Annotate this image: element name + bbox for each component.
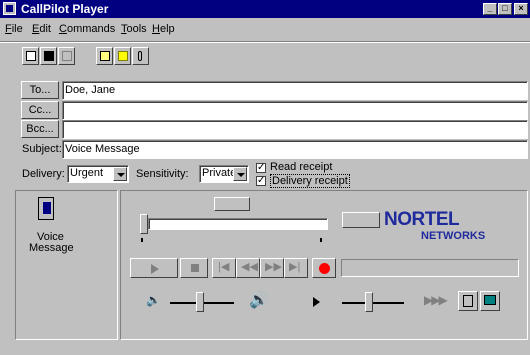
chevron-down-icon[interactable] [113, 167, 127, 181]
computer-playback-button[interactable] [480, 291, 500, 311]
fast-forward-button[interactable]: ▶▶ [260, 258, 284, 278]
play-icon [151, 264, 159, 274]
menu-bar: File Edit Commands Tools Help [0, 18, 530, 40]
volume-slider-thumb[interactable] [196, 292, 204, 312]
chevron-down-icon[interactable] [233, 167, 247, 181]
play-button[interactable] [130, 258, 178, 278]
subject-field[interactable]: Voice Message [62, 140, 528, 159]
attachment-panel [15, 190, 118, 340]
speed-fast-icon: ▶▶▶ [424, 293, 448, 307]
volume-low-icon: 🔈 [146, 293, 161, 307]
bcc-button[interactable]: Bcc... [21, 120, 59, 138]
maximize-button[interactable]: □ [498, 3, 512, 15]
cc-field[interactable] [62, 101, 528, 120]
minimize-button[interactable]: _ [483, 3, 497, 15]
sensitivity-select[interactable]: Private [199, 165, 249, 183]
address-book-icon[interactable] [96, 47, 113, 65]
status-field [341, 259, 519, 277]
slider-tick-end [320, 238, 322, 242]
delivery-value: Urgent [70, 167, 104, 179]
volume-high-icon: 🔊 [249, 292, 269, 309]
bcc-field[interactable] [62, 120, 528, 139]
check-names-icon[interactable] [114, 47, 131, 65]
attach-icon[interactable] [132, 47, 149, 65]
rewind-button[interactable]: ◀◀ [236, 258, 260, 278]
stop-button[interactable] [180, 258, 208, 278]
skip-back-icon: |◀ [218, 261, 230, 273]
position-slider-thumb[interactable] [140, 214, 148, 234]
subject-label: Subject: [22, 143, 62, 155]
open-button[interactable] [22, 47, 39, 65]
counter-display [214, 197, 250, 211]
delivery-select[interactable]: Urgent [67, 165, 129, 183]
nortel-logo-line1: NORTEL [384, 209, 460, 230]
record-button[interactable] [312, 258, 336, 278]
sensitivity-label: Sensitivity: [136, 168, 189, 180]
to-field[interactable]: Doe, Jane [62, 81, 528, 100]
voice-label-line2: Message [29, 242, 74, 254]
sensitivity-value: Private [202, 167, 237, 179]
voice-message-icon[interactable] [38, 197, 54, 220]
go-to-start-button[interactable]: |◀ [212, 258, 236, 278]
rewind-icon: ◀◀ [241, 261, 258, 273]
slider-tick-start [141, 238, 143, 242]
cc-button[interactable]: Cc... [21, 101, 59, 119]
app-icon [3, 2, 16, 15]
to-button[interactable]: To... [21, 81, 59, 99]
speed-slow-icon [313, 297, 320, 307]
record-icon [319, 263, 330, 274]
save-icon[interactable] [40, 47, 57, 65]
menu-tools[interactable]: Tools [121, 23, 147, 35]
read-receipt-label: Read receipt [270, 161, 333, 173]
telephone-playback-button[interactable] [458, 291, 478, 311]
delivery-receipt-label: Delivery receipt [270, 174, 350, 188]
fast-forward-icon: ▶▶ [265, 261, 282, 273]
close-button[interactable]: × [514, 3, 528, 15]
menu-commands[interactable]: Commands [59, 23, 115, 35]
title-bar[interactable]: CallPilot Player _ □ × [0, 0, 530, 18]
menu-file[interactable]: File [5, 23, 23, 35]
nortel-logo-line2: NETWORKS [421, 230, 486, 242]
skip-forward-icon: ▶| [289, 261, 301, 273]
phone-icon [463, 295, 473, 307]
go-to-end-button[interactable]: ▶| [284, 258, 308, 278]
stop-icon [191, 264, 199, 272]
speed-slider-track[interactable] [342, 302, 404, 304]
read-receipt-checkbox[interactable]: ✓ [256, 163, 266, 173]
menu-help[interactable]: Help [152, 23, 175, 35]
speed-slider-thumb[interactable] [365, 292, 373, 312]
delivery-receipt-checkbox[interactable]: ✓ [256, 176, 266, 186]
duration-display [342, 212, 380, 228]
position-slider-track[interactable] [148, 218, 328, 230]
window-title: CallPilot Player [21, 2, 109, 16]
delivery-label: Delivery: [22, 168, 65, 180]
computer-icon [484, 295, 496, 305]
print-icon[interactable] [58, 47, 75, 65]
menu-edit[interactable]: Edit [32, 23, 51, 35]
